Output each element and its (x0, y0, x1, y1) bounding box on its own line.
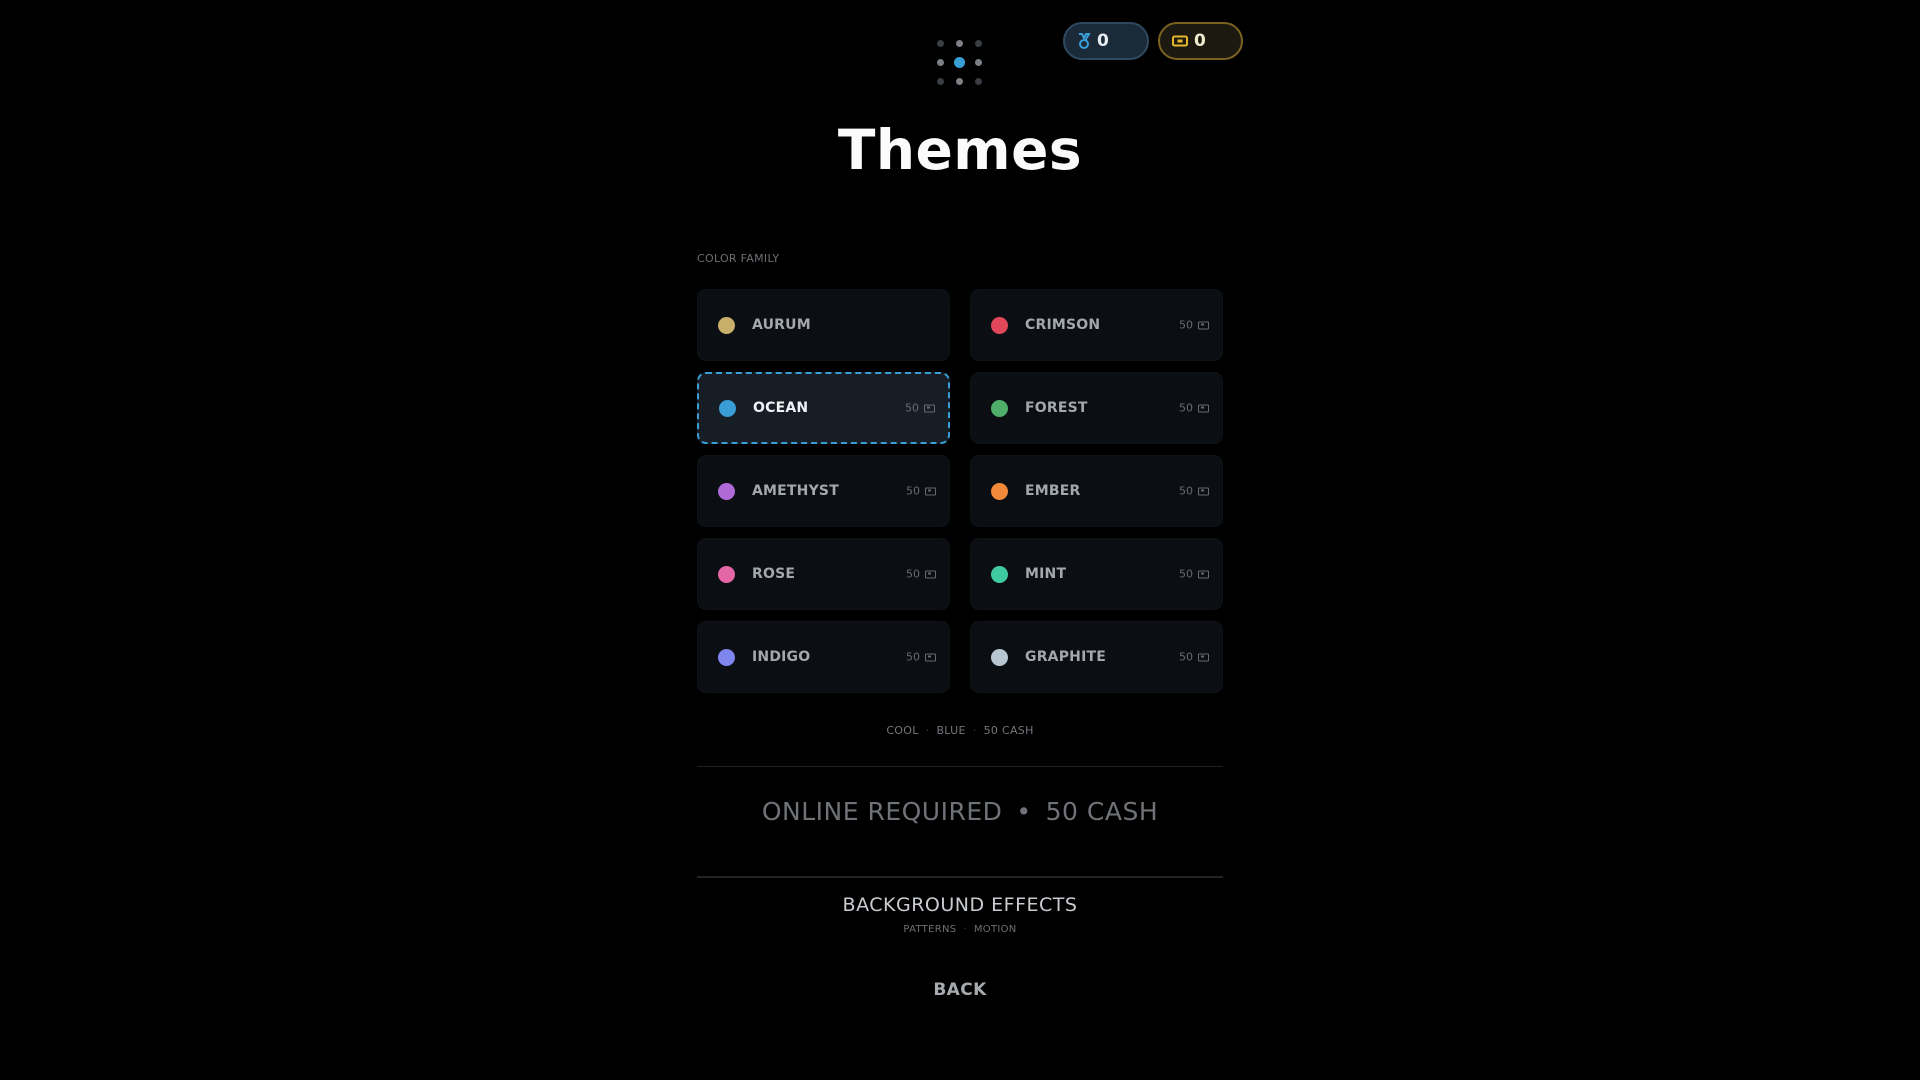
cash-icon (925, 487, 936, 495)
section-label: COLOR FAMILY (697, 252, 780, 265)
theme-price-value: 50 (906, 484, 920, 498)
theme-name: OCEAN (753, 400, 809, 416)
tag-hue: BLUE (936, 724, 966, 737)
status-price: 50 CASH (1045, 797, 1159, 826)
theme-price: 50 (1179, 319, 1209, 332)
background-effects-button[interactable]: BACKGROUND EFFECTS (0, 894, 1920, 916)
background-effects-subtitle: PATTERNS · MOTION (903, 924, 1017, 935)
theme-name: AURUM (752, 317, 811, 333)
theme-price-value: 50 (1179, 318, 1193, 332)
theme-grid: AURUM CRIMSON 50 OCEAN 50 FOREST 50 AMETHYST 50 E… (697, 289, 1223, 693)
back-button[interactable]: BACK (900, 980, 1020, 1000)
theme-price: 50 (1179, 568, 1209, 581)
theme-name: EMBER (1025, 483, 1081, 499)
theme-card-mint[interactable]: MINT 50 (970, 538, 1223, 610)
cash-count: 0 (1194, 31, 1206, 51)
theme-price: 50 (1179, 485, 1209, 498)
theme-price-value: 50 (1179, 484, 1193, 498)
theme-price-value: 50 (1179, 401, 1193, 415)
theme-name: FOREST (1025, 400, 1088, 416)
theme-price: 50 (1179, 651, 1209, 664)
theme-color-swatch (719, 399, 736, 417)
theme-color-swatch (718, 565, 735, 583)
purchase-status[interactable]: ONLINE REQUIRED • 50 CASH (0, 797, 1920, 826)
theme-name: GRAPHITE (1025, 649, 1107, 665)
cash-icon (1198, 321, 1209, 329)
cash-icon (924, 404, 935, 412)
theme-price: 50 (906, 651, 936, 664)
bg-sub-motion: MOTION (973, 924, 1017, 935)
theme-card-aurum[interactable]: AURUM (697, 289, 950, 361)
theme-price-value: 50 (906, 567, 920, 581)
medal-count: 0 (1097, 31, 1109, 51)
cash-icon (1198, 570, 1209, 578)
cash-icon (1172, 35, 1188, 47)
theme-color-swatch (718, 482, 735, 500)
theme-card-crimson[interactable]: CRIMSON 50 (970, 289, 1223, 361)
logo-dot-grid-icon (935, 38, 985, 88)
theme-color-swatch (991, 482, 1008, 500)
theme-name: MINT (1025, 566, 1067, 582)
theme-card-amethyst[interactable]: AMETHYST 50 (697, 455, 950, 527)
theme-price-value: 50 (1179, 650, 1193, 664)
theme-card-rose[interactable]: ROSE 50 (697, 538, 950, 610)
theme-price-value: 50 (905, 401, 919, 415)
theme-color-swatch (991, 565, 1008, 583)
theme-color-swatch (718, 316, 735, 334)
theme-name: AMETHYST (752, 483, 839, 499)
cash-icon (1198, 404, 1209, 412)
theme-card-indigo[interactable]: INDIGO 50 (697, 621, 950, 693)
theme-tags: COOL · BLUE · 50 CASH (886, 724, 1034, 737)
theme-color-swatch (991, 316, 1008, 334)
theme-color-swatch (718, 648, 735, 666)
cash-icon (925, 653, 936, 661)
medal-icon (1079, 33, 1091, 49)
theme-name: ROSE (752, 566, 796, 582)
divider (697, 876, 1223, 878)
cash-counter: 0 (1158, 22, 1243, 60)
status-online-required: ONLINE REQUIRED (761, 797, 1003, 826)
tag-temperature: COOL (886, 724, 919, 737)
cash-icon (925, 570, 936, 578)
divider (697, 766, 1223, 767)
theme-price: 50 (905, 402, 935, 415)
theme-card-ocean[interactable]: OCEAN 50 (697, 372, 950, 444)
theme-color-swatch (991, 399, 1008, 417)
tag-price: 50 CASH (983, 724, 1034, 737)
page-title: Themes (837, 118, 1083, 182)
cash-icon (1198, 487, 1209, 495)
theme-price-value: 50 (906, 650, 920, 664)
theme-price-value: 50 (1179, 567, 1193, 581)
theme-price: 50 (906, 485, 936, 498)
status-bullet: • (1016, 797, 1032, 826)
theme-name: CRIMSON (1025, 317, 1101, 333)
theme-card-graphite[interactable]: GRAPHITE 50 (970, 621, 1223, 693)
theme-color-swatch (991, 648, 1008, 666)
theme-name: INDIGO (752, 649, 811, 665)
theme-price: 50 (1179, 402, 1209, 415)
cash-icon (1198, 653, 1209, 661)
theme-card-forest[interactable]: FOREST 50 (970, 372, 1223, 444)
theme-price: 50 (906, 568, 936, 581)
bg-sub-patterns: PATTERNS (903, 924, 957, 935)
medal-counter: 0 (1063, 22, 1149, 60)
theme-card-ember[interactable]: EMBER 50 (970, 455, 1223, 527)
